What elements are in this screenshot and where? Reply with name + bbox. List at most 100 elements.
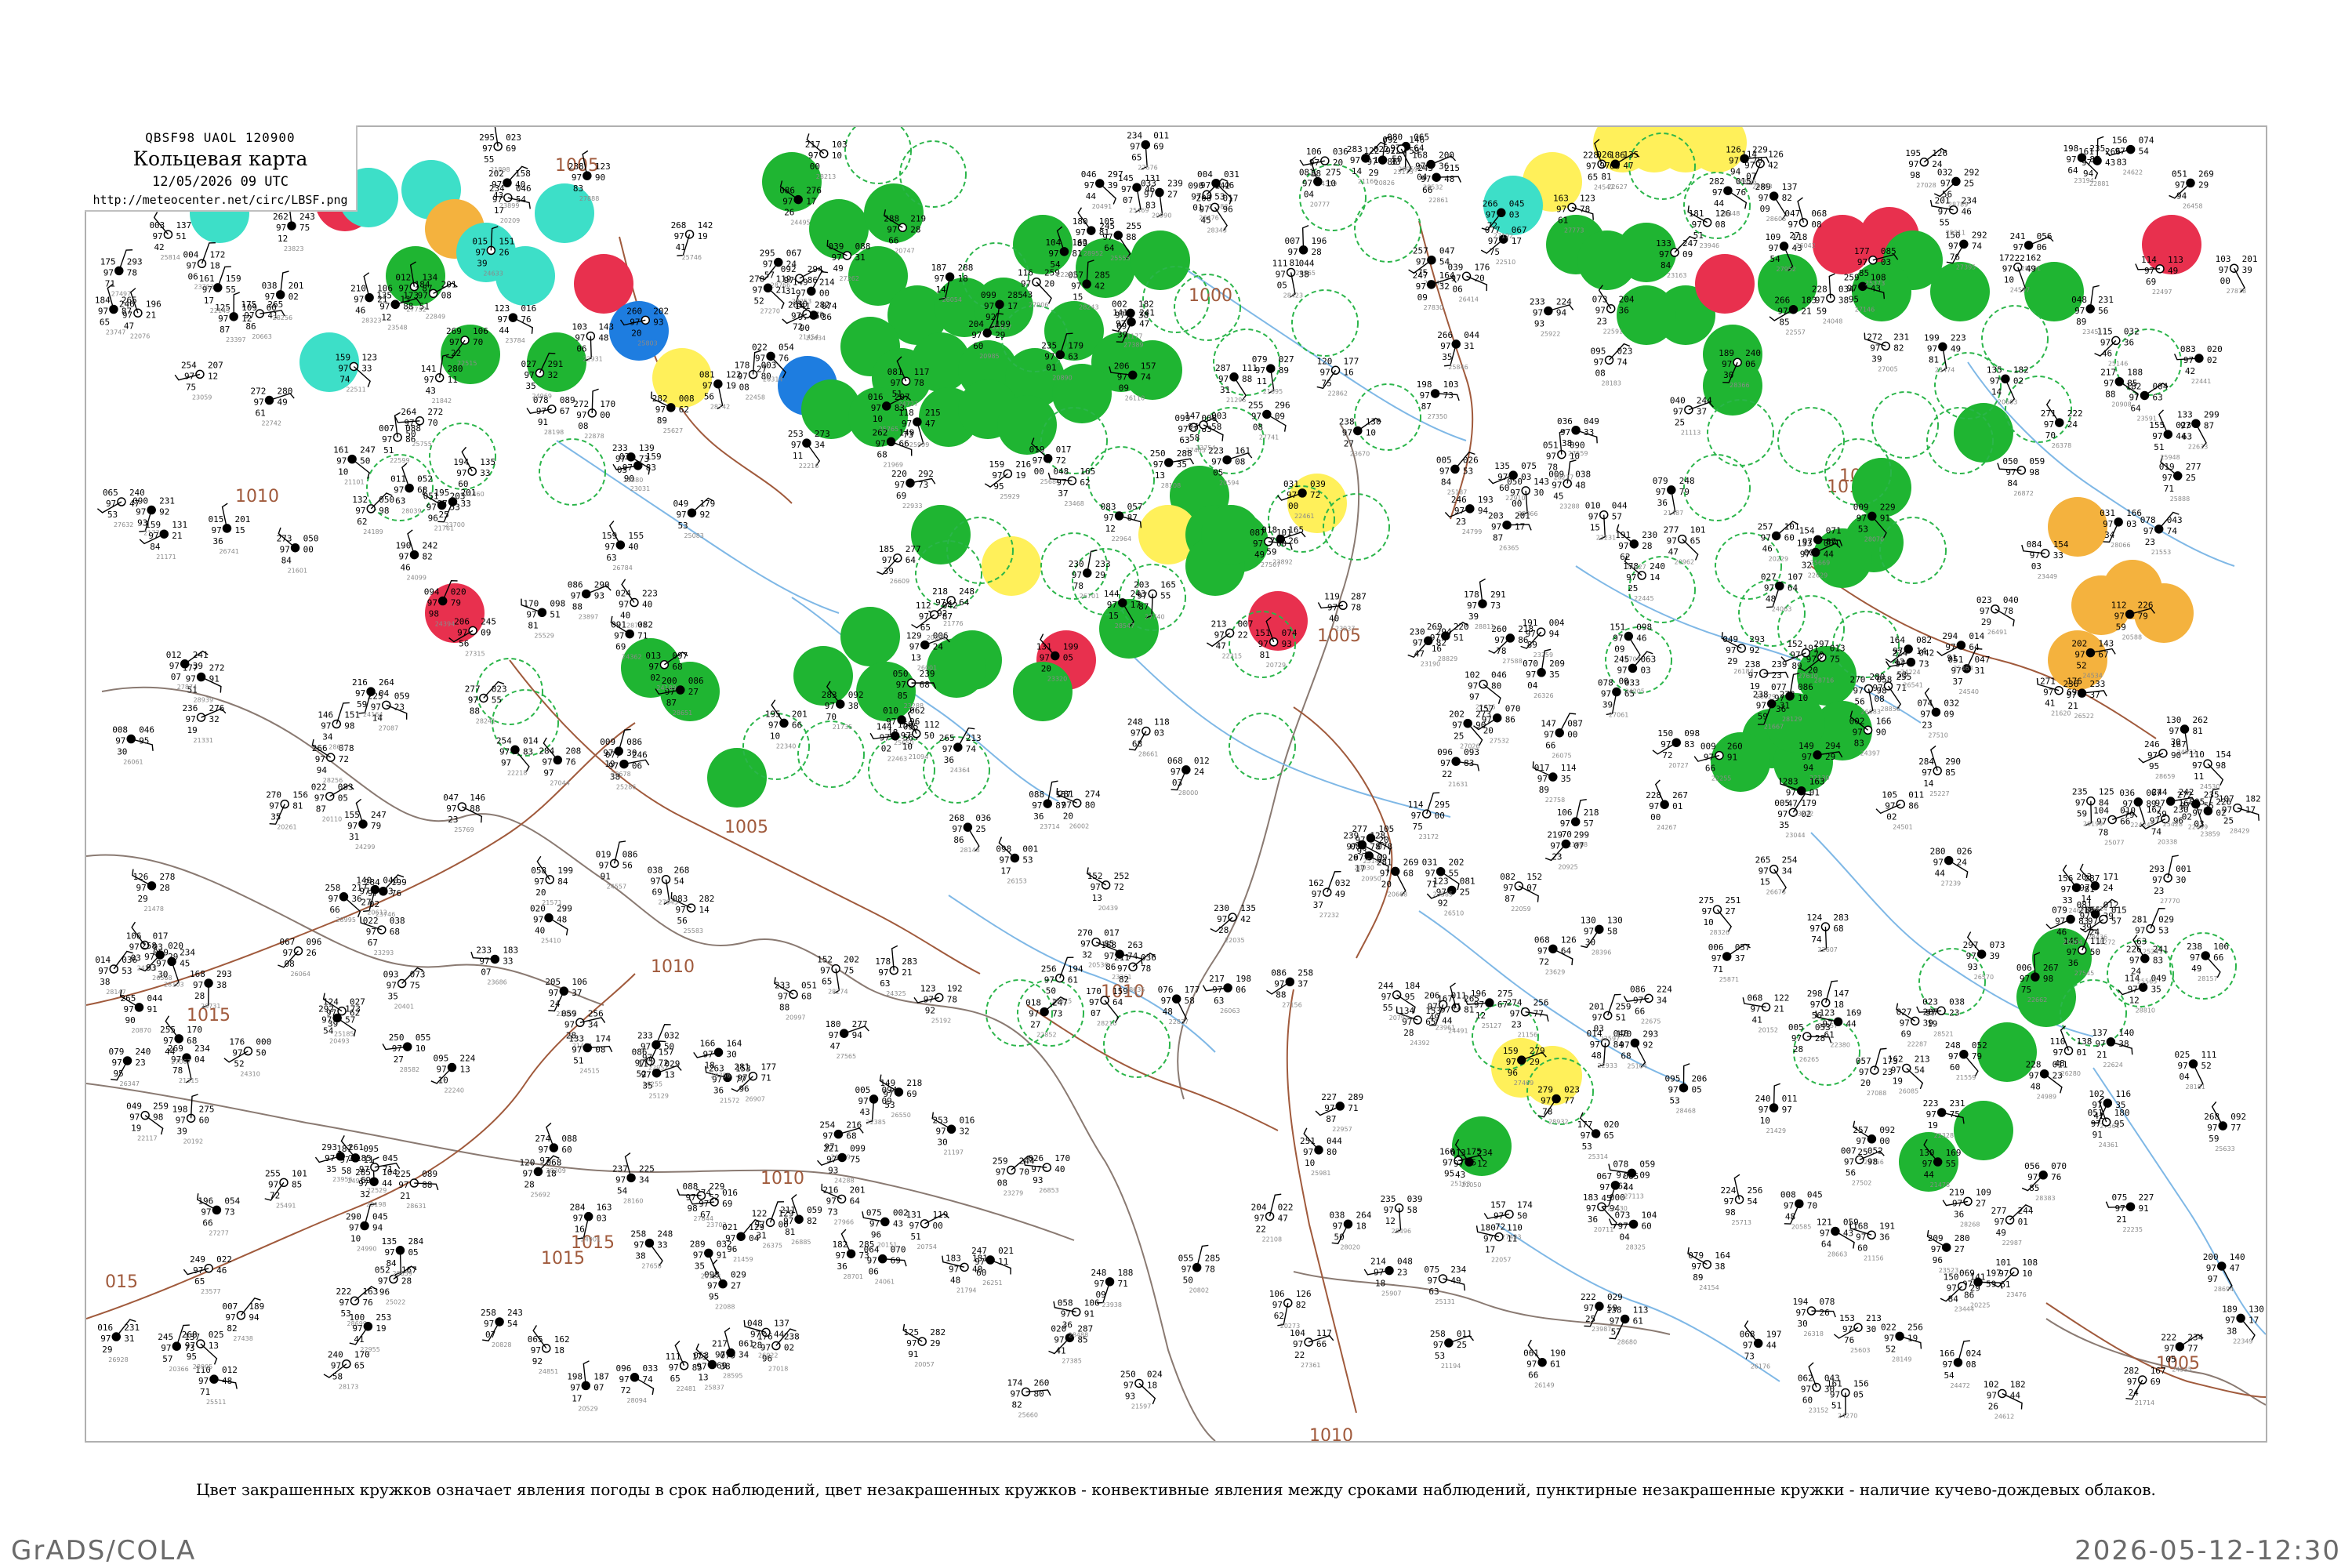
svg-text:161: 161 (2078, 147, 2094, 157)
svg-text:97: 97 (1107, 600, 1117, 610)
svg-text:174: 174 (1007, 1377, 1023, 1388)
svg-text:22340: 22340 (776, 742, 796, 750)
svg-text:27610: 27610 (1798, 673, 1817, 680)
station-model: 248 11897 036828661 (1127, 717, 1170, 758)
svg-text:31: 31 (786, 286, 796, 296)
svg-text:21559: 21559 (1956, 1074, 1976, 1081)
station-model: 227 28997 718722957 (1315, 1092, 1363, 1133)
svg-text:10: 10 (1326, 179, 1336, 189)
svg-text:97: 97 (1031, 1164, 1041, 1174)
station-model: 132 05097 986224189 (352, 492, 394, 535)
svg-text:22510: 22510 (1496, 259, 1515, 266)
svg-text:22385: 22385 (866, 1119, 886, 1126)
svg-text:019: 019 (596, 849, 612, 859)
svg-text:063: 063 (1640, 654, 1656, 664)
svg-text:97: 97 (1254, 1213, 1265, 1223)
svg-text:97: 97 (641, 1070, 652, 1080)
svg-text:10: 10 (1798, 693, 1808, 703)
svg-text:26176: 26176 (1751, 1363, 1770, 1370)
svg-text:39: 39 (193, 661, 203, 671)
svg-text:82: 82 (227, 1323, 237, 1334)
svg-text:21572: 21572 (720, 1097, 739, 1104)
svg-text:22143: 22143 (210, 307, 230, 314)
svg-text:97: 97 (686, 1192, 696, 1203)
svg-text:039: 039 (828, 241, 844, 252)
svg-text:47: 47 (1788, 799, 1798, 809)
svg-text:234: 234 (1477, 1148, 1493, 1158)
svg-text:18: 18 (546, 1168, 556, 1178)
svg-text:97: 97 (1552, 481, 1562, 491)
svg-text:87: 87 (1326, 1114, 1336, 1124)
svg-text:98: 98 (688, 1203, 698, 1214)
svg-text:31: 31 (124, 1334, 134, 1344)
svg-text:97: 97 (184, 371, 194, 381)
svg-text:97: 97 (1857, 513, 1867, 523)
svg-text:054: 054 (779, 342, 794, 352)
svg-text:97: 97 (882, 555, 892, 565)
svg-text:07: 07 (1573, 841, 1584, 851)
svg-text:27830: 27830 (1424, 304, 1443, 311)
svg-text:26347: 26347 (119, 1080, 139, 1087)
svg-text:57: 57 (764, 270, 775, 281)
svg-text:017: 017 (1104, 928, 1120, 938)
svg-text:224: 224 (1892, 648, 1907, 659)
svg-text:043: 043 (2167, 515, 2183, 525)
svg-text:262: 262 (873, 427, 888, 437)
svg-text:20985: 20985 (979, 353, 999, 360)
svg-text:193: 193 (1478, 495, 1494, 505)
svg-text:24: 24 (1194, 767, 1205, 777)
svg-text:201: 201 (2242, 254, 2258, 264)
svg-text:33: 33 (2063, 895, 2073, 906)
svg-text:58: 58 (1189, 433, 1200, 443)
svg-text:27018: 27018 (768, 1366, 788, 1373)
svg-text:97: 97 (1891, 1065, 1901, 1075)
svg-text:97: 97 (1040, 653, 1050, 663)
svg-text:013: 013 (1450, 1148, 1466, 1158)
svg-text:97: 97 (1350, 155, 1360, 165)
svg-text:086: 086 (1630, 984, 1646, 994)
cumulonimbus-circle (1087, 446, 1155, 514)
svg-text:23899: 23899 (499, 202, 519, 209)
svg-text:67: 67 (2098, 650, 2108, 660)
svg-text:19: 19 (1015, 470, 1025, 481)
svg-text:97: 97 (392, 1044, 402, 1054)
svg-text:97: 97 (1072, 570, 1082, 580)
svg-text:04: 04 (194, 1054, 205, 1065)
svg-text:28932: 28932 (1548, 1119, 1568, 1126)
svg-text:20990: 20990 (1152, 212, 1171, 220)
svg-text:97: 97 (2103, 519, 2113, 529)
station-model: 150 09897 837220727 (1652, 728, 1700, 769)
station-model: 258 24397 540720828 (481, 1308, 523, 1348)
station-model: 051 26997 299426458 (2169, 169, 2214, 209)
svg-text:22964: 22964 (1112, 535, 1131, 543)
svg-text:24633: 24633 (483, 270, 503, 277)
svg-text:91: 91 (2139, 1203, 2149, 1214)
svg-text:68: 68 (1621, 1051, 1631, 1061)
svg-text:58: 58 (1407, 1205, 1417, 1215)
svg-text:230: 230 (1214, 903, 1229, 913)
svg-text:21050: 21050 (1461, 1181, 1481, 1189)
svg-text:00: 00 (1512, 499, 1522, 509)
svg-text:97: 97 (2127, 1377, 2137, 1387)
svg-text:77: 77 (1534, 1009, 1544, 1019)
svg-text:253: 253 (788, 429, 804, 439)
svg-text:28606: 28606 (1766, 216, 1786, 223)
svg-text:106: 106 (572, 977, 587, 987)
svg-text:90: 90 (595, 172, 605, 183)
svg-text:58: 58 (1185, 996, 1195, 1006)
svg-text:007: 007 (1285, 236, 1301, 246)
svg-text:30: 30 (727, 1049, 737, 1059)
svg-text:97: 97 (2207, 1123, 2217, 1133)
svg-text:49: 49 (1254, 550, 1265, 560)
svg-text:25529: 25529 (534, 632, 554, 639)
svg-text:276: 276 (806, 186, 822, 196)
svg-text:21: 21 (1774, 1004, 1784, 1014)
svg-text:97: 97 (1044, 351, 1054, 361)
svg-text:27: 27 (1167, 190, 1178, 200)
svg-text:09: 09 (1614, 644, 1624, 655)
station-model: 102 18297 442624612 (1984, 1379, 2026, 1420)
svg-text:97: 97 (1541, 1096, 1551, 1106)
svg-text:233: 233 (1095, 559, 1111, 569)
rain-weather-circle (840, 607, 900, 666)
svg-text:257: 257 (1413, 246, 1428, 256)
